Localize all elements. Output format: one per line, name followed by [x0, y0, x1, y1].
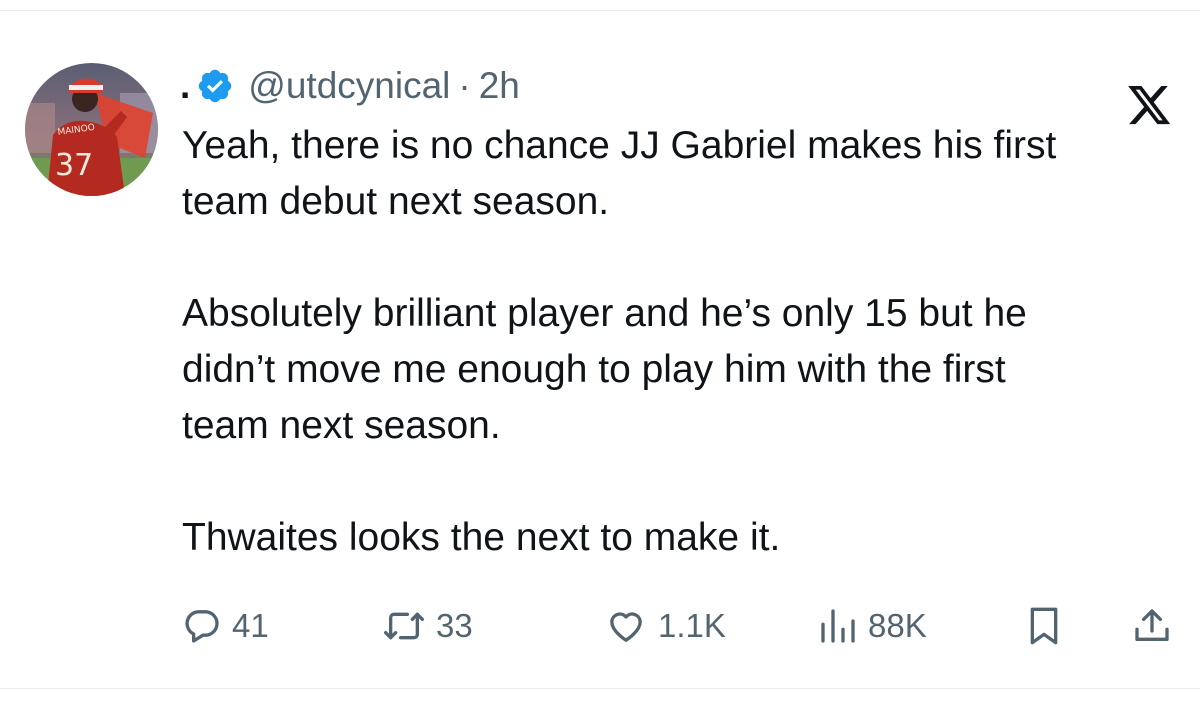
reply-button[interactable]: 41 [182, 598, 269, 654]
like-count: 1.1K [658, 607, 726, 644]
views-count: 88K [868, 607, 927, 644]
share-button[interactable] [1132, 598, 1172, 654]
tweet-text: Yeah, there is no chance JJ Gabriel make… [182, 118, 1182, 566]
bottom-divider [0, 688, 1200, 689]
heart-icon [604, 606, 648, 646]
bookmark-button[interactable] [1026, 598, 1062, 654]
user-handle[interactable]: @utdcynical [248, 65, 450, 107]
tweet-text-line: didn’t move me enough to play him with t… [182, 348, 1006, 391]
analytics-icon [818, 606, 858, 646]
top-divider [0, 10, 1200, 11]
tweet-card: MAINOO 37 . @utdcynical · 2h Yeah, there… [0, 0, 1200, 702]
retweet-icon [382, 606, 426, 646]
avatar[interactable]: MAINOO 37 [25, 63, 158, 196]
bookmark-icon [1026, 606, 1062, 646]
tweet-text-line: Absolutely brilliant player and he’s onl… [182, 292, 1027, 335]
like-button[interactable]: 1.1K [604, 598, 726, 654]
tweet-text-line: Thwaites looks the next to make it. [182, 516, 781, 559]
display-name[interactable]: . [180, 65, 190, 107]
retweet-count: 33 [436, 607, 473, 644]
reply-icon [182, 606, 222, 646]
views-button[interactable]: 88K [818, 598, 927, 654]
action-bar: 41 33 1.1K 88K [0, 598, 1200, 654]
tweet-text-line: Yeah, there is no chance JJ Gabriel make… [182, 124, 1057, 167]
header-separator: · [458, 65, 471, 106]
tweet-header: . @utdcynical · 2h [180, 58, 520, 114]
reply-count: 41 [232, 607, 269, 644]
tweet-timestamp[interactable]: 2h [479, 65, 520, 107]
tweet-text-line: team debut next season. [182, 180, 610, 223]
avatar-shirt-number: 37 [55, 148, 93, 183]
share-icon [1132, 606, 1172, 646]
tweet-text-line: team next season. [182, 404, 501, 447]
avatar-image: MAINOO 37 [25, 63, 158, 196]
verified-badge-icon [196, 67, 234, 105]
retweet-button[interactable]: 33 [382, 598, 473, 654]
